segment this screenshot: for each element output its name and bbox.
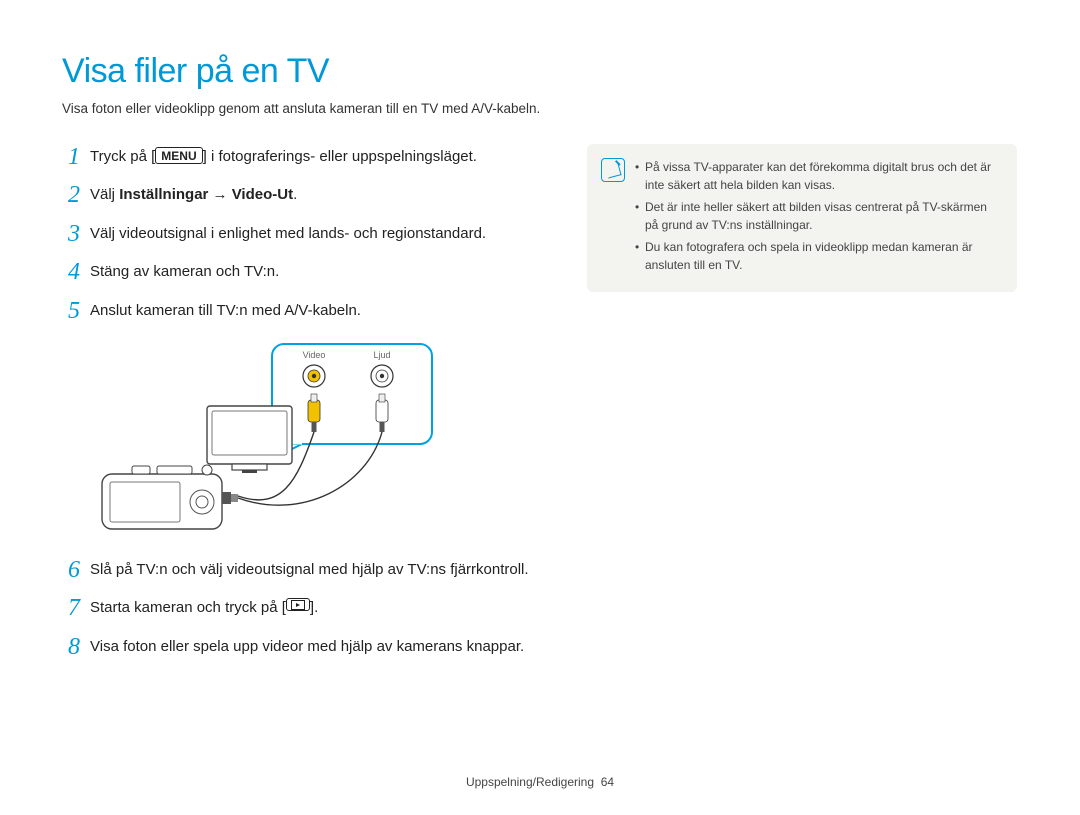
note-list: På vissa TV-apparater kan det förekomma … <box>635 158 1001 278</box>
text-fragment: Starta kameran och tryck på [ <box>90 599 286 616</box>
step-list: 1 Tryck på [MENU] i fotograferings- elle… <box>62 144 532 324</box>
text-bold: Inställningar → Video-Ut <box>119 186 293 203</box>
step-text: Anslut kameran till TV:n med A/V-kabeln. <box>90 298 361 324</box>
step-number: 1 <box>62 144 80 170</box>
note-item: På vissa TV-apparater kan det förekomma … <box>635 158 1001 194</box>
footer-section: Uppspelning/Redigering <box>466 775 594 789</box>
step-text: Välj videoutsignal i enlighet med lands-… <box>90 221 486 247</box>
right-column: På vissa TV-apparater kan det förekomma … <box>587 144 1017 672</box>
menu-button-label: MENU <box>155 147 202 164</box>
step-number: 7 <box>62 595 80 621</box>
step-number: 4 <box>62 259 80 285</box>
step-text: Tryck på [MENU] i fotograferings- eller … <box>90 144 477 170</box>
two-column-layout: 1 Tryck på [MENU] i fotograferings- elle… <box>62 144 1018 672</box>
playback-icon <box>286 598 310 611</box>
note-item: Du kan fotografera och spela in videokli… <box>635 238 1001 274</box>
label-video: Video <box>303 350 326 360</box>
text-fragment: Välj <box>90 186 119 203</box>
text-fragment: . <box>293 186 297 203</box>
label-audio: Ljud <box>373 350 390 360</box>
step-number: 5 <box>62 298 80 324</box>
step-text: Stäng av kameran och TV:n. <box>90 259 279 285</box>
step-7: 7 Starta kameran och tryck på []. <box>62 595 532 621</box>
page-title: Visa filer på en TV <box>62 52 1018 91</box>
footer-page-number: 64 <box>601 775 614 789</box>
text-fragment: Tryck på [ <box>90 148 155 165</box>
step-3: 3 Välj videoutsignal i enlighet med land… <box>62 221 532 247</box>
step-text: Välj Inställningar → Video-Ut. <box>90 182 297 208</box>
step-1: 1 Tryck på [MENU] i fotograferings- elle… <box>62 144 532 170</box>
step-list-continued: 6 Slå på TV:n och välj videoutsignal med… <box>62 557 532 660</box>
step-8: 8 Visa foton eller spela upp videor med … <box>62 634 532 660</box>
step-number: 8 <box>62 634 80 660</box>
text-fragment: ]. <box>310 599 318 616</box>
text-fragment: ] i fotograferings- eller uppspelningslä… <box>203 148 477 165</box>
page-footer: Uppspelning/Redigering 64 <box>0 775 1080 789</box>
step-6: 6 Slå på TV:n och välj videoutsignal med… <box>62 557 532 583</box>
page-subtitle: Visa foton eller videoklipp genom att an… <box>62 101 1018 116</box>
step-2: 2 Välj Inställningar → Video-Ut. <box>62 182 532 208</box>
note-icon <box>601 158 625 182</box>
step-number: 2 <box>62 182 80 208</box>
step-text: Visa foton eller spela upp videor med hj… <box>90 634 524 660</box>
left-column: 1 Tryck på [MENU] i fotograferings- elle… <box>62 144 532 672</box>
connection-diagram: Video Ljud <box>92 336 532 541</box>
step-number: 3 <box>62 221 80 247</box>
step-text: Starta kameran och tryck på []. <box>90 595 318 621</box>
step-text: Slå på TV:n och välj videoutsignal med h… <box>90 557 529 583</box>
step-4: 4 Stäng av kameran och TV:n. <box>62 259 532 285</box>
note-box: På vissa TV-apparater kan det förekomma … <box>587 144 1017 292</box>
step-5: 5 Anslut kameran till TV:n med A/V-kabel… <box>62 298 532 324</box>
note-item: Det är inte heller säkert att bilden vis… <box>635 198 1001 234</box>
step-number: 6 <box>62 557 80 583</box>
